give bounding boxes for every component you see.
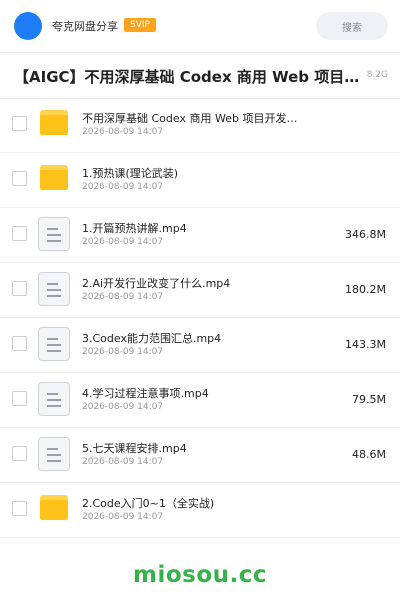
folder-icon <box>38 162 70 196</box>
video-file-icon <box>38 327 70 361</box>
file-name: 2.Ai开发行业改变了什么.mp4 <box>82 277 231 290</box>
file-size: 143.3M <box>345 338 386 351</box>
video-file-icon <box>38 382 70 416</box>
row-checkbox[interactable] <box>12 391 27 406</box>
folder-icon <box>38 107 70 141</box>
file-row[interactable]: 1.预热课(理论武装) 2026-08-09 14:07 <box>0 153 400 208</box>
file-date: 2026-08-09 14:07 <box>82 292 164 302</box>
file-date: 2026-08-09 14:07 <box>82 457 164 467</box>
video-file-icon <box>38 437 70 471</box>
share-page: 夸克网盘分享 SVIP 搜索 【AIGC】不用深厚基础 Codex 商用 Web… <box>0 0 400 600</box>
file-list: 不用深厚基础 Codex 商用 Web 项目开发 … 2026-08-09 14:… <box>0 98 400 538</box>
file-date: 2026-08-09 14:07 <box>82 512 164 522</box>
file-row[interactable]: 5.七天课程安排.mp4 2026-08-09 14:07 48.6M <box>0 428 400 483</box>
file-name: 2.Code入门0~1（全实战) <box>82 497 215 510</box>
file-name: 4.学习过程注意事项.mp4 <box>82 387 209 400</box>
file-date: 2026-08-09 14:07 <box>82 127 164 137</box>
file-size: 346.8M <box>345 228 386 241</box>
file-date: 2026-08-09 14:07 <box>82 182 164 192</box>
file-row[interactable]: 2.Ai开发行业改变了什么.mp4 2026-08-09 14:07 180.2M <box>0 263 400 318</box>
file-size: 48.6M <box>352 448 386 461</box>
row-checkbox[interactable] <box>12 336 27 351</box>
file-date: 2026-08-09 14:07 <box>82 347 164 357</box>
search-button[interactable]: 搜索 <box>316 12 388 40</box>
file-name: 1.开篇预热讲解.mp4 <box>82 222 187 235</box>
file-name: 3.Codex能力范围汇总.mp4 <box>82 332 222 345</box>
file-row[interactable]: 1.开篇预热讲解.mp4 2026-08-09 14:07 346.8M <box>0 208 400 263</box>
file-date: 2026-08-09 14:07 <box>82 402 164 412</box>
file-name: 5.七天课程安排.mp4 <box>82 442 187 455</box>
file-row[interactable]: 4.学习过程注意事项.mp4 2026-08-09 14:07 79.5M <box>0 373 400 428</box>
file-size: 79.5M <box>352 393 386 406</box>
avatar[interactable] <box>14 12 42 40</box>
row-checkbox[interactable] <box>12 446 27 461</box>
row-checkbox[interactable] <box>12 171 27 186</box>
row-checkbox[interactable] <box>12 226 27 241</box>
file-date: 2026-08-09 14:07 <box>82 237 164 247</box>
share-title: 【AIGC】不用深厚基础 Codex 商用 Web 项目开发… <box>14 68 370 86</box>
row-checkbox[interactable] <box>12 116 27 131</box>
file-name: 1.预热课(理论武装) <box>82 167 179 180</box>
folder-icon <box>38 492 70 526</box>
file-row[interactable]: 2.Code入门0~1（全实战) 2026-08-09 14:07 <box>0 483 400 538</box>
file-size: 180.2M <box>345 283 386 296</box>
svip-badge: SVIP <box>124 18 156 32</box>
file-row[interactable]: 3.Codex能力范围汇总.mp4 2026-08-09 14:07 143.3M <box>0 318 400 373</box>
row-checkbox[interactable] <box>12 281 27 296</box>
share-title-row: 【AIGC】不用深厚基础 Codex 商用 Web 项目开发… 8.2G <box>0 52 400 99</box>
video-file-icon <box>38 217 70 251</box>
app-header: 夸克网盘分享 SVIP 搜索 <box>0 0 400 53</box>
brand-name: 夸克网盘分享 <box>52 20 118 33</box>
file-name: 不用深厚基础 Codex 商用 Web 项目开发 … <box>82 112 300 125</box>
row-checkbox[interactable] <box>12 501 27 516</box>
video-file-icon <box>38 272 70 306</box>
file-row[interactable]: 不用深厚基础 Codex 商用 Web 项目开发 … 2026-08-09 14:… <box>0 98 400 153</box>
watermark-text: miosou.cc <box>132 562 268 588</box>
total-size: 8.2G <box>366 70 388 80</box>
